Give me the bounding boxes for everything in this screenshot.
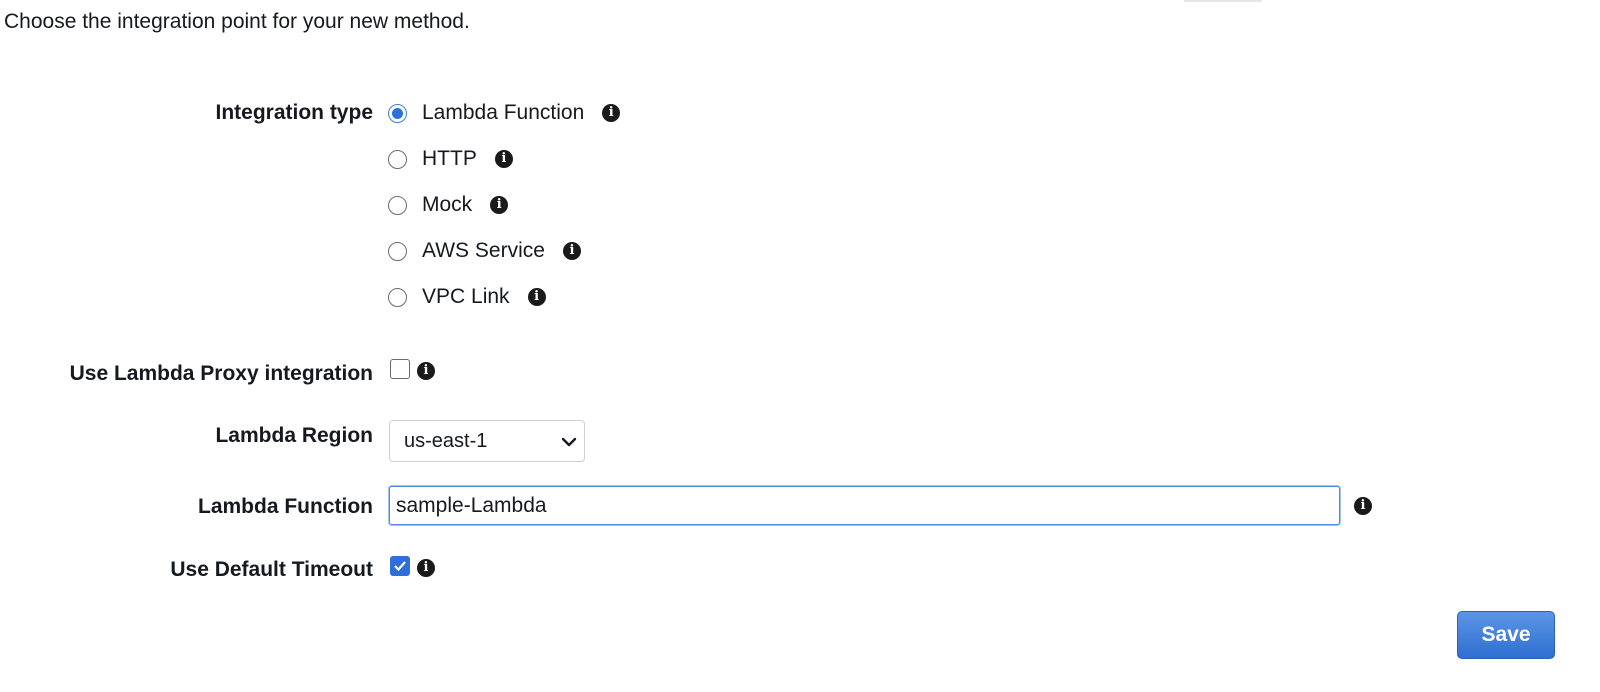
proxy-integration-label: Use Lambda Proxy integration — [69, 362, 373, 385]
chevron-down-icon — [561, 437, 577, 447]
lambda-region-select[interactable]: us-east-1 — [389, 420, 585, 462]
radio-label-lambda-function: Lambda Function — [422, 101, 585, 124]
lambda-function-label: Lambda Function — [198, 495, 373, 518]
default-timeout-label: Use Default Timeout — [170, 558, 373, 581]
radio-label-mock: Mock — [422, 193, 473, 216]
lambda-region-label: Lambda Region — [215, 424, 373, 447]
radio-option-mock[interactable]: Mock i — [388, 192, 509, 218]
radio-button-vpc-link[interactable] — [388, 287, 407, 307]
radio-option-aws-service[interactable]: AWS Service i — [388, 238, 581, 264]
radio-option-http[interactable]: HTTP i — [388, 146, 513, 172]
radio-button-http[interactable] — [388, 149, 407, 169]
info-icon[interactable]: i — [417, 559, 435, 577]
checkmark-icon — [394, 561, 406, 572]
info-icon[interactable]: i — [1354, 497, 1372, 515]
lambda-region-value: us-east-1 — [404, 429, 488, 452]
top-divider — [1184, 0, 1262, 2]
info-icon[interactable]: i — [417, 362, 435, 380]
info-icon[interactable]: i — [490, 196, 509, 214]
radio-label-aws-service: AWS Service — [422, 239, 545, 262]
info-icon[interactable]: i — [602, 104, 621, 122]
save-button[interactable]: Save — [1457, 611, 1555, 659]
radio-label-http: HTTP — [422, 147, 477, 170]
lambda-function-input[interactable] — [389, 486, 1340, 525]
intro-text: Choose the integration point for your ne… — [4, 10, 470, 33]
radio-button-aws-service[interactable] — [388, 241, 407, 261]
radio-option-vpc-link[interactable]: VPC Link i — [388, 284, 546, 310]
radio-label-vpc-link: VPC Link — [422, 285, 510, 308]
integration-type-label: Integration type — [215, 101, 373, 124]
radio-option-lambda-function[interactable]: Lambda Function i — [388, 100, 621, 126]
info-icon[interactable]: i — [527, 288, 546, 306]
info-icon[interactable]: i — [494, 150, 513, 168]
default-timeout-checkbox[interactable] — [390, 556, 410, 576]
info-icon[interactable]: i — [562, 242, 581, 260]
radio-button-mock[interactable] — [388, 195, 407, 215]
proxy-integration-checkbox[interactable] — [390, 359, 410, 379]
radio-button-lambda-function[interactable] — [388, 103, 407, 123]
